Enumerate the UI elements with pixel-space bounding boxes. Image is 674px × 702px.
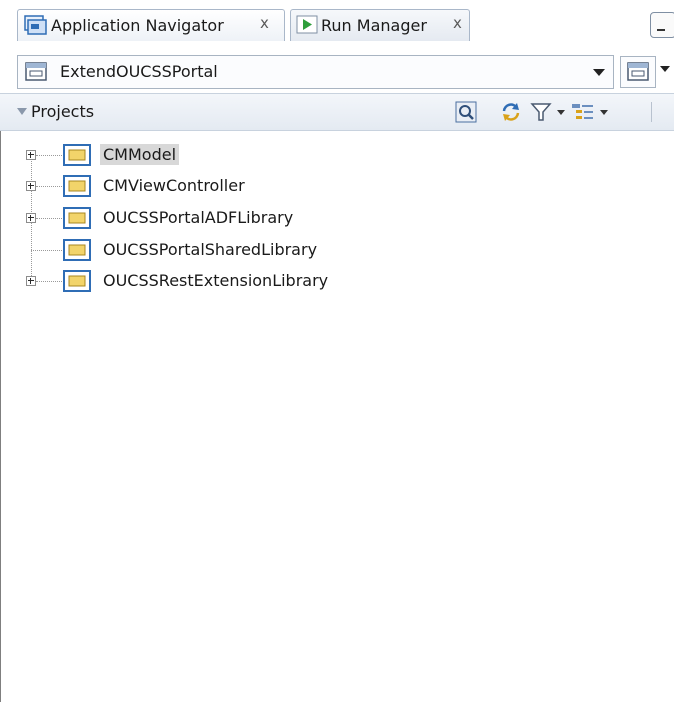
chevron-down-icon <box>593 69 605 76</box>
application-selector-value: ExtendOUCSSPortal <box>60 62 218 81</box>
close-icon[interactable]: x <box>260 14 269 32</box>
project-folder-icon <box>63 239 91 261</box>
tree-node-cmviewcontroller[interactable]: CMViewController <box>0 171 674 201</box>
chevron-down-icon[interactable] <box>660 66 670 72</box>
expand-plus-icon[interactable] <box>26 276 36 286</box>
tree-node-label: OUCSSPortalADFLibrary <box>103 208 294 227</box>
tree-node-label: OUCSSRestExtensionLibrary <box>103 271 329 290</box>
application-icon <box>627 62 649 81</box>
application-selector[interactable]: ExtendOUCSSPortal <box>17 55 614 89</box>
filter-icon[interactable] <box>530 101 552 123</box>
collapse-triangle-icon[interactable] <box>17 108 27 115</box>
search-navigator-icon[interactable] <box>455 101 477 123</box>
tab-run-manager[interactable]: Run Manager x <box>290 9 470 41</box>
expand-plus-icon[interactable] <box>26 213 36 223</box>
run-play-icon <box>296 15 318 34</box>
tree-node-label: CMViewController <box>103 176 245 195</box>
tab-label: Application Navigator <box>51 16 224 35</box>
tab-application-navigator[interactable]: Application Navigator x <box>17 9 285 41</box>
project-folder-icon <box>63 144 91 166</box>
refresh-icon[interactable] <box>500 101 522 123</box>
expand-plus-icon[interactable] <box>26 150 36 160</box>
working-set-icon[interactable] <box>571 101 593 123</box>
tab-bar: Application Navigator x Run Manager x <box>0 0 674 48</box>
expand-plus-icon[interactable] <box>26 181 36 191</box>
project-folder-icon <box>63 175 91 197</box>
projects-panel-title: Projects <box>31 102 95 121</box>
minimize-button[interactable] <box>650 12 674 38</box>
application-icon <box>25 62 47 81</box>
chevron-down-icon[interactable] <box>557 110 565 115</box>
projects-panel-header[interactable]: Projects <box>0 93 674 131</box>
application-menu-button[interactable] <box>620 56 656 88</box>
tree-node-oucssportaladflibrary[interactable]: OUCSSPortalADFLibrary <box>0 203 674 233</box>
tree-node-oucssrestextensionlibrary[interactable]: OUCSSRestExtensionLibrary <box>0 266 674 296</box>
project-folder-icon <box>63 207 91 229</box>
close-icon[interactable]: x <box>453 14 462 32</box>
tree-node-cmmodel[interactable]: CMModel <box>0 140 674 170</box>
tree-node-oucssportalsharedlibrary[interactable]: OUCSSPortalSharedLibrary <box>0 235 674 265</box>
project-folder-icon <box>63 270 91 292</box>
application-navigator-icon <box>24 15 47 35</box>
chevron-down-icon[interactable] <box>600 110 608 115</box>
toolbar-separator <box>651 102 652 122</box>
tree-node-label: OUCSSPortalSharedLibrary <box>103 240 318 259</box>
tab-label: Run Manager <box>321 16 427 35</box>
tree-node-label: CMModel <box>100 144 180 165</box>
